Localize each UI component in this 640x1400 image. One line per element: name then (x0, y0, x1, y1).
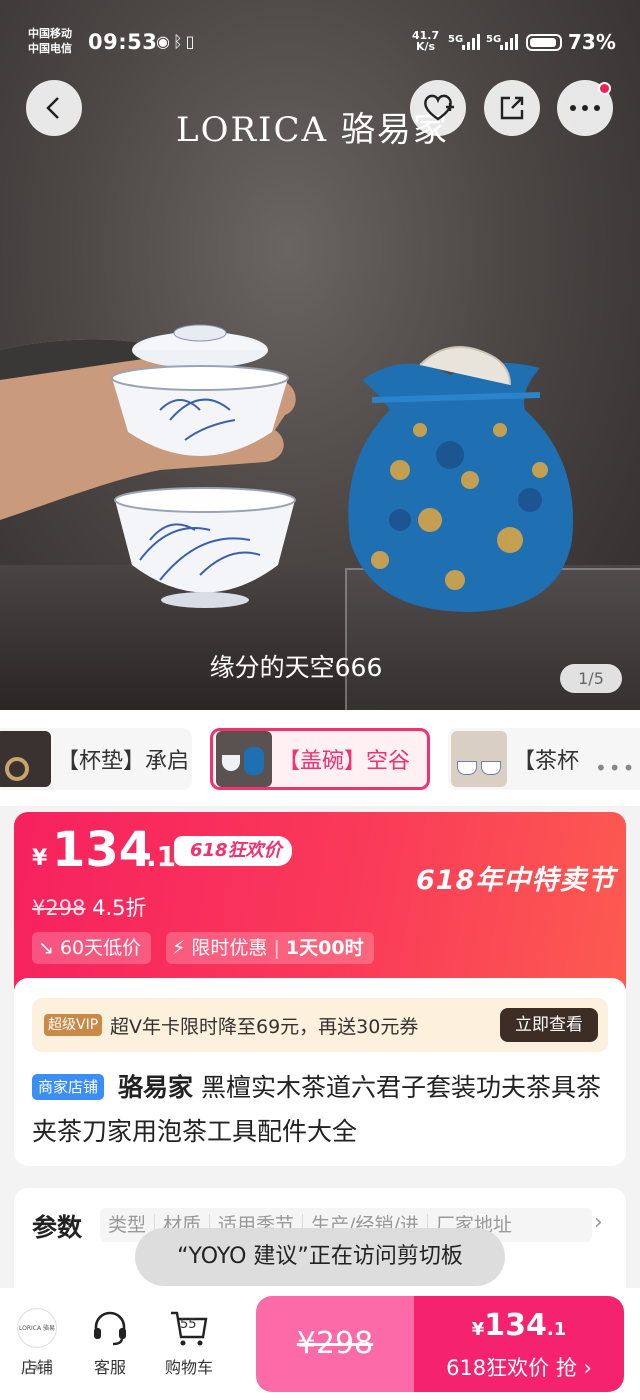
image-counter: 1/5 (560, 664, 622, 693)
festival-title: 618年中特卖节 (416, 865, 616, 896)
back-button[interactable] (26, 80, 82, 136)
event-price-tag: 618狂欢价 (174, 836, 292, 866)
ellipsis-icon (570, 105, 600, 111)
original-price-line: ¥298 4.5折 (32, 892, 147, 922)
product-brand: 骆易家 (117, 1073, 193, 1102)
share-icon (500, 96, 524, 120)
buy-price-integer: 134 (484, 1308, 547, 1343)
headset-icon (94, 1311, 126, 1346)
vibrate-icon: ▯ (185, 32, 198, 51)
vip-tag: 超级VIP (44, 1014, 103, 1036)
brand-logo: LORICA 骆易家 (176, 110, 449, 150)
product-info-card: 超级VIP 超V年卡限时降至69元，再送30元券 立即查看 商家店铺 骆易家 黑… (14, 978, 626, 1166)
vip-promo-bar[interactable]: 超级VIP 超V年卡限时降至69元，再送30元券 立即查看 (32, 998, 608, 1052)
price-decimal: .1 (146, 840, 177, 873)
status-icons: ◉ᛒ▯ (156, 32, 197, 51)
limited-offer-label: 限时优惠 (191, 937, 268, 959)
variant-selector: 【杯垫】承启 【盖碗】空谷 【茶杯 ••• (0, 710, 640, 806)
network-speed: 41.7 K/s (412, 30, 439, 52)
battery-percent: 73% (568, 30, 616, 54)
variant-thumbnail (451, 731, 507, 787)
vip-promo-text: 超V年卡限时降至69元，再送30元券 (110, 1016, 419, 1038)
net-speed-unit: K/s (416, 40, 436, 53)
sim1-type: 5G (448, 34, 464, 45)
signal-bars-2-icon (500, 34, 520, 50)
notification-dot (598, 82, 611, 95)
share-button[interactable] (484, 80, 540, 136)
price-integer: 134 (52, 822, 153, 878)
lightning-icon: ⚡ (172, 937, 186, 959)
favorite-button[interactable] (410, 80, 466, 136)
buy-now-button[interactable]: ¥134.1 618狂欢价 抢 › (414, 1296, 624, 1392)
limited-offer-badge: ⚡ 限时优惠 | 1天00时 (166, 932, 374, 964)
shop-button[interactable]: LORICA 骆易家 店铺 (2, 1308, 72, 1378)
trend-down-icon: ↘ (38, 937, 54, 959)
sim2-type: 5G (486, 34, 502, 45)
variant-thumbnail (0, 731, 51, 787)
status-bar: 中国移动 中国电信 09:53 ◉ᛒ▯ 41.7 K/s 5G 5G 73% (0, 24, 640, 64)
variant-label: 【茶杯 (513, 749, 580, 774)
shop-type-tag: 商家店铺 (32, 1074, 105, 1100)
chevron-right-icon[interactable]: › (594, 1210, 603, 1235)
more-variants-icon[interactable]: ••• (595, 756, 636, 780)
buy-button-group: ¥298 ¥134.1 618狂欢价 抢 › (256, 1296, 624, 1392)
shop-label: 店铺 (20, 1358, 53, 1377)
cart-label: 购物车 (164, 1358, 213, 1377)
bluetooth-icon: ᛒ (172, 32, 186, 51)
carrier-2: 中国电信 (28, 42, 72, 55)
signal-bars-1-icon (462, 34, 482, 50)
original-price-buy-button[interactable]: ¥298 (256, 1296, 414, 1392)
cart-button[interactable]: 55 购物车 (154, 1308, 224, 1378)
customer-service-button[interactable]: 客服 (75, 1308, 145, 1378)
image-caption: 缘分的天空666 (209, 653, 383, 682)
params-label: 参数 (32, 1213, 83, 1242)
chevron-left-icon (46, 97, 59, 119)
variant-label: 【盖碗】空谷 (278, 749, 411, 774)
carrier-1: 中国移动 (28, 27, 72, 40)
variant-label: 【杯垫】承启 (57, 749, 190, 774)
shop-logo-icon: LORICA 骆易家 (17, 1308, 57, 1372)
buy-original-price: ¥298 (296, 1326, 374, 1361)
variant-item-selected[interactable]: 【盖碗】空谷 (210, 728, 430, 790)
cart-count: 55 (180, 1317, 197, 1332)
low-price-badge: ↘ 60天低价 (32, 932, 152, 964)
buy-label: 618狂欢价 抢 › (414, 1352, 624, 1382)
clipboard-toast: “YOYO 建议”正在访问剪切板 (135, 1228, 505, 1286)
carrier-labels: 中国移动 中国电信 (28, 26, 72, 56)
variant-thumbnail (216, 731, 272, 787)
alarm-icon: ◉ (156, 32, 173, 51)
price-currency: ¥ (32, 846, 48, 871)
product-title: 商家店铺 骆易家 黑檀实木茶道六君子套装功夫茶具茶夹茶刀家用泡茶工具配件大全 (32, 1066, 614, 1154)
clock: 09:53 (88, 30, 158, 54)
buy-currency: ¥ (471, 1319, 485, 1340)
original-price: ¥298 (32, 896, 86, 920)
low-price-text: 60天低价 (59, 937, 142, 959)
countdown: 1天00时 (285, 937, 364, 959)
heart-plus-icon (424, 94, 454, 121)
buy-price-decimal: .1 (546, 1319, 567, 1340)
service-label: 客服 (93, 1358, 126, 1377)
chevron-right-icon: › (576, 1356, 592, 1380)
product-image-gallery[interactable]: 中国移动 中国电信 09:53 ◉ᛒ▯ 41.7 K/s 5G 5G 73% L… (0, 0, 640, 710)
vip-view-button[interactable]: 立即查看 (500, 1008, 598, 1042)
discount-rate: 4.5折 (92, 896, 147, 920)
battery-icon (526, 34, 562, 51)
variant-item[interactable]: 【杯垫】承启 (0, 728, 192, 790)
bottom-action-bar: LORICA 骆易家 店铺 客服 55 购物车 ¥298 ¥134.1 618狂… (0, 1288, 640, 1400)
price-banner: ¥ 134 .1 618狂欢价 618年中特卖节 ¥298 4.5折 ↘ 60天… (14, 812, 626, 1002)
buy-label-text: 618狂欢价 抢 (446, 1356, 577, 1380)
buy-price: ¥134.1 (414, 1308, 624, 1343)
